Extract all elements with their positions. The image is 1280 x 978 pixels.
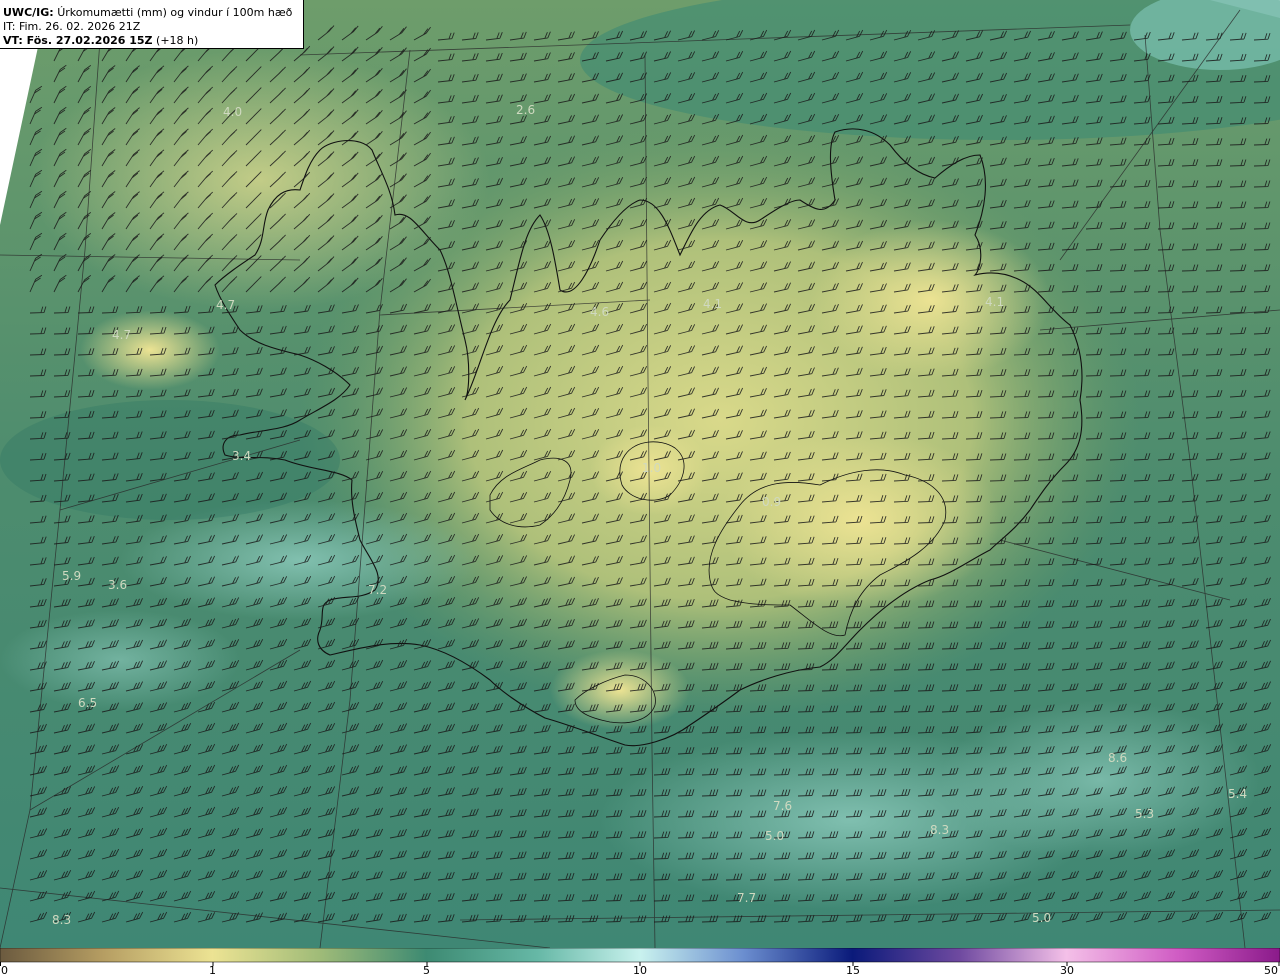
value-label: 8.3 (930, 823, 949, 837)
lead-time: (+18 h) (156, 34, 199, 47)
value-label: 3.6 (108, 578, 127, 592)
value-label: 8.6 (1108, 751, 1127, 765)
valid-time: VT: Fös. 27.02.2026 15Z (3, 34, 153, 47)
value-label: 4.7 (216, 298, 235, 312)
valid-time-line: VT: Fös. 27.02.2026 15Z (+18 h) (3, 34, 303, 48)
colorbar-tick-label: 5 (423, 964, 430, 977)
value-label: 4.7 (112, 328, 131, 342)
colorbar-tick-label: 0 (1, 964, 8, 977)
field-title: Úrkomumætti (mm) og vindur í 100m hæð (57, 6, 293, 19)
value-label: 1.0 (642, 461, 661, 475)
value-label: 6.5 (78, 696, 97, 710)
value-label: 5.0 (765, 829, 784, 843)
value-label: 8.3 (52, 913, 71, 927)
precipitable-water-map: 4.0 2.6 4.7 4.7 4.6 4.1 4.1 3.4 1.0 0.9 … (0, 0, 1280, 948)
yellow-max-northeast (810, 220, 1050, 380)
iceland-moist-field (300, 120, 1140, 720)
value-label: 4.6 (590, 305, 609, 319)
colorbar-tick-label: 50 (1264, 964, 1278, 977)
yellow-max-west (80, 310, 220, 390)
value-label: 7.2 (368, 583, 387, 597)
colorbar-tick-label: 10 (633, 964, 647, 977)
value-label: 2.6 (516, 103, 535, 117)
value-label: 0.9 (762, 495, 781, 509)
value-label: 5.4 (1228, 787, 1247, 801)
chart-header: UWC/IG: Úrkomumætti (mm) og vindur í 100… (0, 0, 304, 49)
value-label: 5.3 (1135, 807, 1154, 821)
colorbar-tick-label: 1 (209, 964, 216, 977)
colorbar-tick-label: 15 (846, 964, 860, 977)
value-label: 4.1 (703, 297, 722, 311)
value-label: 4.1 (985, 295, 1004, 309)
header-title-line: UWC/IG: Úrkomumætti (mm) og vindur í 100… (3, 6, 303, 20)
value-label: 3.4 (232, 449, 251, 463)
value-label: 4.0 (223, 105, 242, 119)
cyan-band-west (0, 610, 240, 710)
value-label: 7.6 (773, 799, 792, 813)
dark-band-west (0, 400, 340, 520)
value-label: 5.0 (1032, 911, 1051, 925)
colorbar-gradient (0, 948, 1280, 963)
model-name: UWC/IG: (3, 6, 54, 19)
value-label: 7.7 (737, 891, 756, 905)
colorbar-tick-label: 30 (1060, 964, 1074, 977)
init-time: IT: Fim. 26. 02. 2026 21Z (3, 20, 141, 33)
value-label: 5.9 (62, 569, 81, 583)
